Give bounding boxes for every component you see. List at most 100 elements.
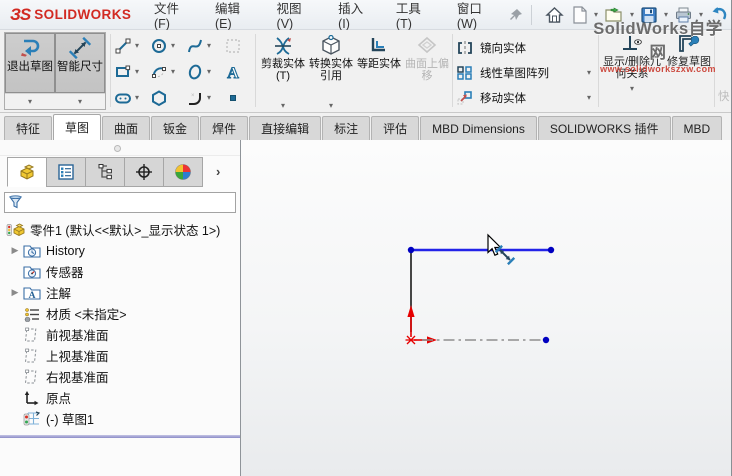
menu-insert[interactable]: 插入(I): [336, 0, 368, 34]
line-tool-button[interactable]: ▾: [112, 33, 148, 59]
tree-item-origin[interactable]: 原点: [0, 387, 240, 408]
move-entities-button[interactable]: 移动实体 ▾: [456, 85, 596, 110]
menu-edit[interactable]: 编辑(E): [213, 0, 249, 34]
circle-tool-button[interactable]: ▾: [148, 33, 184, 59]
tree-item-right-plane[interactable]: 右视基准面: [0, 366, 240, 387]
new-document-caret[interactable]: ▾: [593, 10, 599, 19]
sketch-fillet-tool-caret[interactable]: ▾: [206, 94, 212, 102]
tab-sketch[interactable]: 草图: [53, 114, 102, 140]
open-caret[interactable]: ▾: [629, 10, 635, 19]
solidworks-window: ЗS SOLIDWORKS 文件(F) 编辑(E) 视图(V) 插入(I) 工具…: [0, 0, 732, 476]
slot-tool-button[interactable]: ▾: [112, 85, 148, 111]
tab-sheet-metal[interactable]: 钣金: [151, 116, 200, 140]
arc-tool-button[interactable]: ▾: [148, 59, 184, 85]
line-tool-caret[interactable]: ▾: [134, 42, 140, 50]
convert-entities-dropdown[interactable]: ▾: [328, 97, 334, 111]
tab-feature-manager[interactable]: [7, 157, 47, 187]
rollback-bar[interactable]: [0, 435, 240, 438]
print-icon[interactable]: [671, 4, 696, 26]
linear-sketch-pattern-button[interactable]: 线性草图阵列 ▾: [456, 60, 596, 85]
tab-features[interactable]: 特征: [4, 116, 53, 140]
tree-item-front-plane[interactable]: 前视基准面: [0, 324, 240, 345]
sketch-endpoint[interactable]: [542, 336, 550, 344]
sketch-text-tool-button[interactable]: A: [222, 59, 254, 85]
menu-window[interactable]: 窗口(W): [455, 0, 493, 34]
tab-evaluate[interactable]: 评估: [371, 116, 420, 140]
linear-sketch-pattern-caret[interactable]: ▾: [586, 68, 592, 77]
arc-icon: [152, 67, 166, 78]
pin-menu-icon[interactable]: [509, 8, 523, 22]
menu-view[interactable]: 视图(V): [275, 0, 311, 34]
tree-filter-box[interactable]: [4, 192, 236, 213]
undo-icon[interactable]: [706, 4, 731, 26]
circle-icon: [152, 39, 166, 53]
convert-entities-button[interactable]: 转换实体引用 ▾: [307, 33, 355, 111]
tree-item-part-root[interactable]: 零件1 (默认<<默认>_显示状态 1>): [0, 219, 240, 240]
menu-file[interactable]: 文件(F): [152, 0, 187, 34]
tree-item-annotations[interactable]: ▶ A 注解: [0, 282, 240, 303]
ellipse-tool-button[interactable]: ▾: [184, 59, 222, 85]
panel-splitter-handle-icon[interactable]: [114, 145, 121, 152]
expand-arrow-icon[interactable]: ▶: [8, 245, 22, 256]
tree-item-history[interactable]: ▶ History: [0, 240, 240, 261]
new-document-icon[interactable]: [569, 4, 591, 26]
tree-item-top-plane[interactable]: 上视基准面: [0, 345, 240, 366]
tab-mbd[interactable]: MBD: [671, 116, 723, 140]
slot-tool-caret[interactable]: ▾: [134, 94, 140, 102]
trim-entities-button[interactable]: 剪裁实体(T) ▾: [259, 33, 307, 111]
solidworks-logo-glyph: ЗS: [10, 4, 31, 24]
exit-sketch-button[interactable]: 退出草图: [5, 33, 55, 93]
tree-item-sketch1[interactable]: (-) 草图1: [0, 408, 240, 429]
point-tool-button[interactable]: [222, 85, 254, 111]
offset-entities-button[interactable]: 等距实体: [355, 33, 403, 111]
rectangle-tool-caret[interactable]: ▾: [134, 68, 140, 76]
rectangle-tool-button[interactable]: ▾: [112, 59, 148, 85]
sketch-endpoint[interactable]: [407, 246, 415, 254]
tab-weldments[interactable]: 焊件: [200, 116, 249, 140]
menu-tools[interactable]: 工具(T): [394, 0, 429, 34]
ellipse-tool-caret[interactable]: ▾: [206, 68, 212, 76]
smart-dimension-dropdown[interactable]: ▾: [55, 93, 105, 109]
annotations-folder-icon: A: [22, 284, 42, 301]
save-icon[interactable]: [637, 4, 661, 26]
tab-display-manager[interactable]: [163, 157, 203, 187]
tab-dimxpert-manager[interactable]: [124, 157, 164, 187]
display-delete-relations-label: 显示/删除几何关系: [602, 56, 662, 80]
tab-direct-editing[interactable]: 直接编辑: [249, 116, 322, 140]
sketch-endpoint[interactable]: [547, 246, 555, 254]
move-entities-caret[interactable]: ▾: [586, 93, 592, 102]
circle-tool-caret[interactable]: ▾: [170, 42, 176, 50]
tab-solidworks-addins[interactable]: SOLIDWORKS 插件: [537, 116, 671, 140]
tree-item-sensors[interactable]: 传感器: [0, 261, 240, 282]
mirror-entities-button[interactable]: 镜向实体: [456, 35, 596, 60]
offset-on-surface-label: 曲面上偏移: [405, 58, 449, 82]
tab-markup[interactable]: 标注: [322, 116, 371, 140]
ribbon-separator: [598, 34, 599, 107]
display-delete-relations-button[interactable]: 显示/删除几何关系 ▾: [601, 33, 663, 111]
tab-property-manager[interactable]: [46, 157, 86, 187]
spline-tool-button[interactable]: ▾: [184, 33, 222, 59]
save-caret[interactable]: ▾: [663, 10, 669, 19]
origin-marker[interactable]: [405, 305, 438, 345]
spline-tool-caret[interactable]: ▾: [206, 42, 212, 50]
home-icon[interactable]: [542, 4, 567, 26]
display-delete-relations-dropdown[interactable]: ▾: [629, 80, 635, 94]
print-caret[interactable]: ▾: [698, 10, 704, 19]
ghost-rectangle-icon: [226, 39, 240, 53]
exit-sketch-dropdown[interactable]: ▾: [5, 93, 55, 109]
arc-tool-caret[interactable]: ▾: [170, 68, 176, 76]
tab-mbd-dimensions[interactable]: MBD Dimensions: [420, 116, 537, 140]
open-icon[interactable]: [601, 4, 627, 26]
sketch-fillet-tool-button[interactable]: × ▾: [184, 85, 222, 111]
panel-splitter[interactable]: [0, 140, 240, 156]
polygon-tool-button[interactable]: [148, 85, 184, 111]
trim-entities-dropdown[interactable]: ▾: [280, 97, 286, 111]
tab-surfaces[interactable]: 曲面: [102, 116, 151, 140]
expand-arrow-icon[interactable]: ▶: [8, 287, 22, 298]
tree-item-material[interactable]: 材质 <未指定>: [0, 303, 240, 324]
panel-expand-icon[interactable]: ›: [216, 164, 220, 179]
tab-configuration-manager[interactable]: [85, 157, 125, 187]
repair-sketch-button[interactable]: 修复草图: [665, 33, 713, 68]
graphics-area[interactable]: [241, 140, 731, 476]
smart-dimension-button[interactable]: 智能尺寸: [55, 33, 105, 93]
